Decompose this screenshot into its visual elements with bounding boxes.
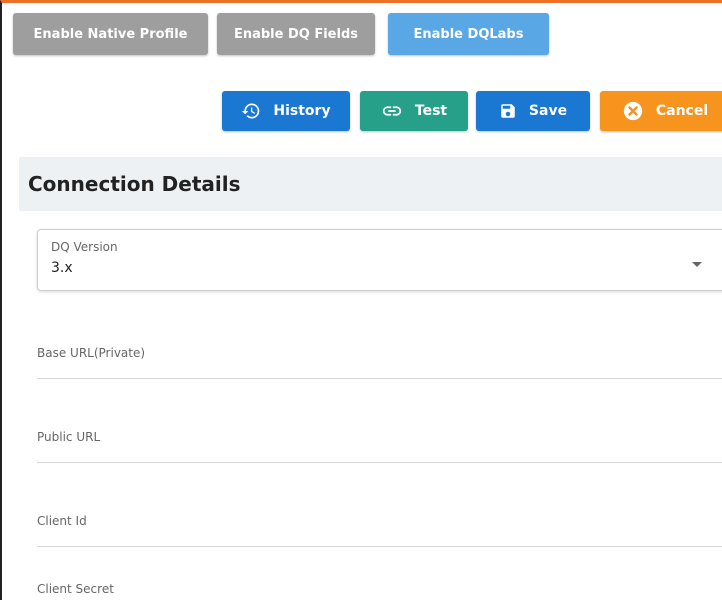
dq-version-value: 3.x [51, 260, 73, 276]
dq-version-select[interactable]: DQ Version 3.x [37, 229, 722, 291]
cancel-label: Cancel [655, 103, 709, 119]
client-secret-field [37, 579, 722, 600]
history-button[interactable]: History [222, 91, 350, 131]
enable-native-profile-button[interactable]: Enable Native Profile [13, 13, 208, 55]
history-icon [241, 101, 261, 121]
client-id-input[interactable] [37, 495, 722, 546]
history-label: History [273, 103, 331, 119]
connection-details-header: Connection Details [19, 157, 722, 211]
save-button[interactable]: Save [476, 91, 590, 131]
enable-dq-fields-button[interactable]: Enable DQ Fields [217, 13, 375, 55]
client-id-field [37, 495, 722, 547]
base-url-field [37, 327, 722, 379]
section-title: Connection Details [28, 172, 241, 196]
test-label: Test [414, 103, 448, 119]
connection-form-panel: Enable Native Profile Enable DQ Fields E… [0, 0, 722, 600]
floppy-disk-icon [499, 102, 517, 120]
enable-dqlabs-button[interactable]: Enable DQLabs [388, 13, 549, 55]
close-circle-icon [622, 100, 644, 122]
caret-down-icon[interactable] [691, 254, 703, 273]
dq-version-label: DQ Version [51, 240, 118, 254]
client-secret-input[interactable] [37, 579, 722, 599]
test-button[interactable]: Test [360, 91, 468, 131]
save-label: Save [528, 103, 568, 119]
public-url-input[interactable] [37, 411, 722, 462]
base-url-input[interactable] [37, 327, 722, 378]
link-icon [381, 104, 403, 118]
cancel-button[interactable]: Cancel [600, 91, 722, 131]
public-url-field [37, 411, 722, 463]
